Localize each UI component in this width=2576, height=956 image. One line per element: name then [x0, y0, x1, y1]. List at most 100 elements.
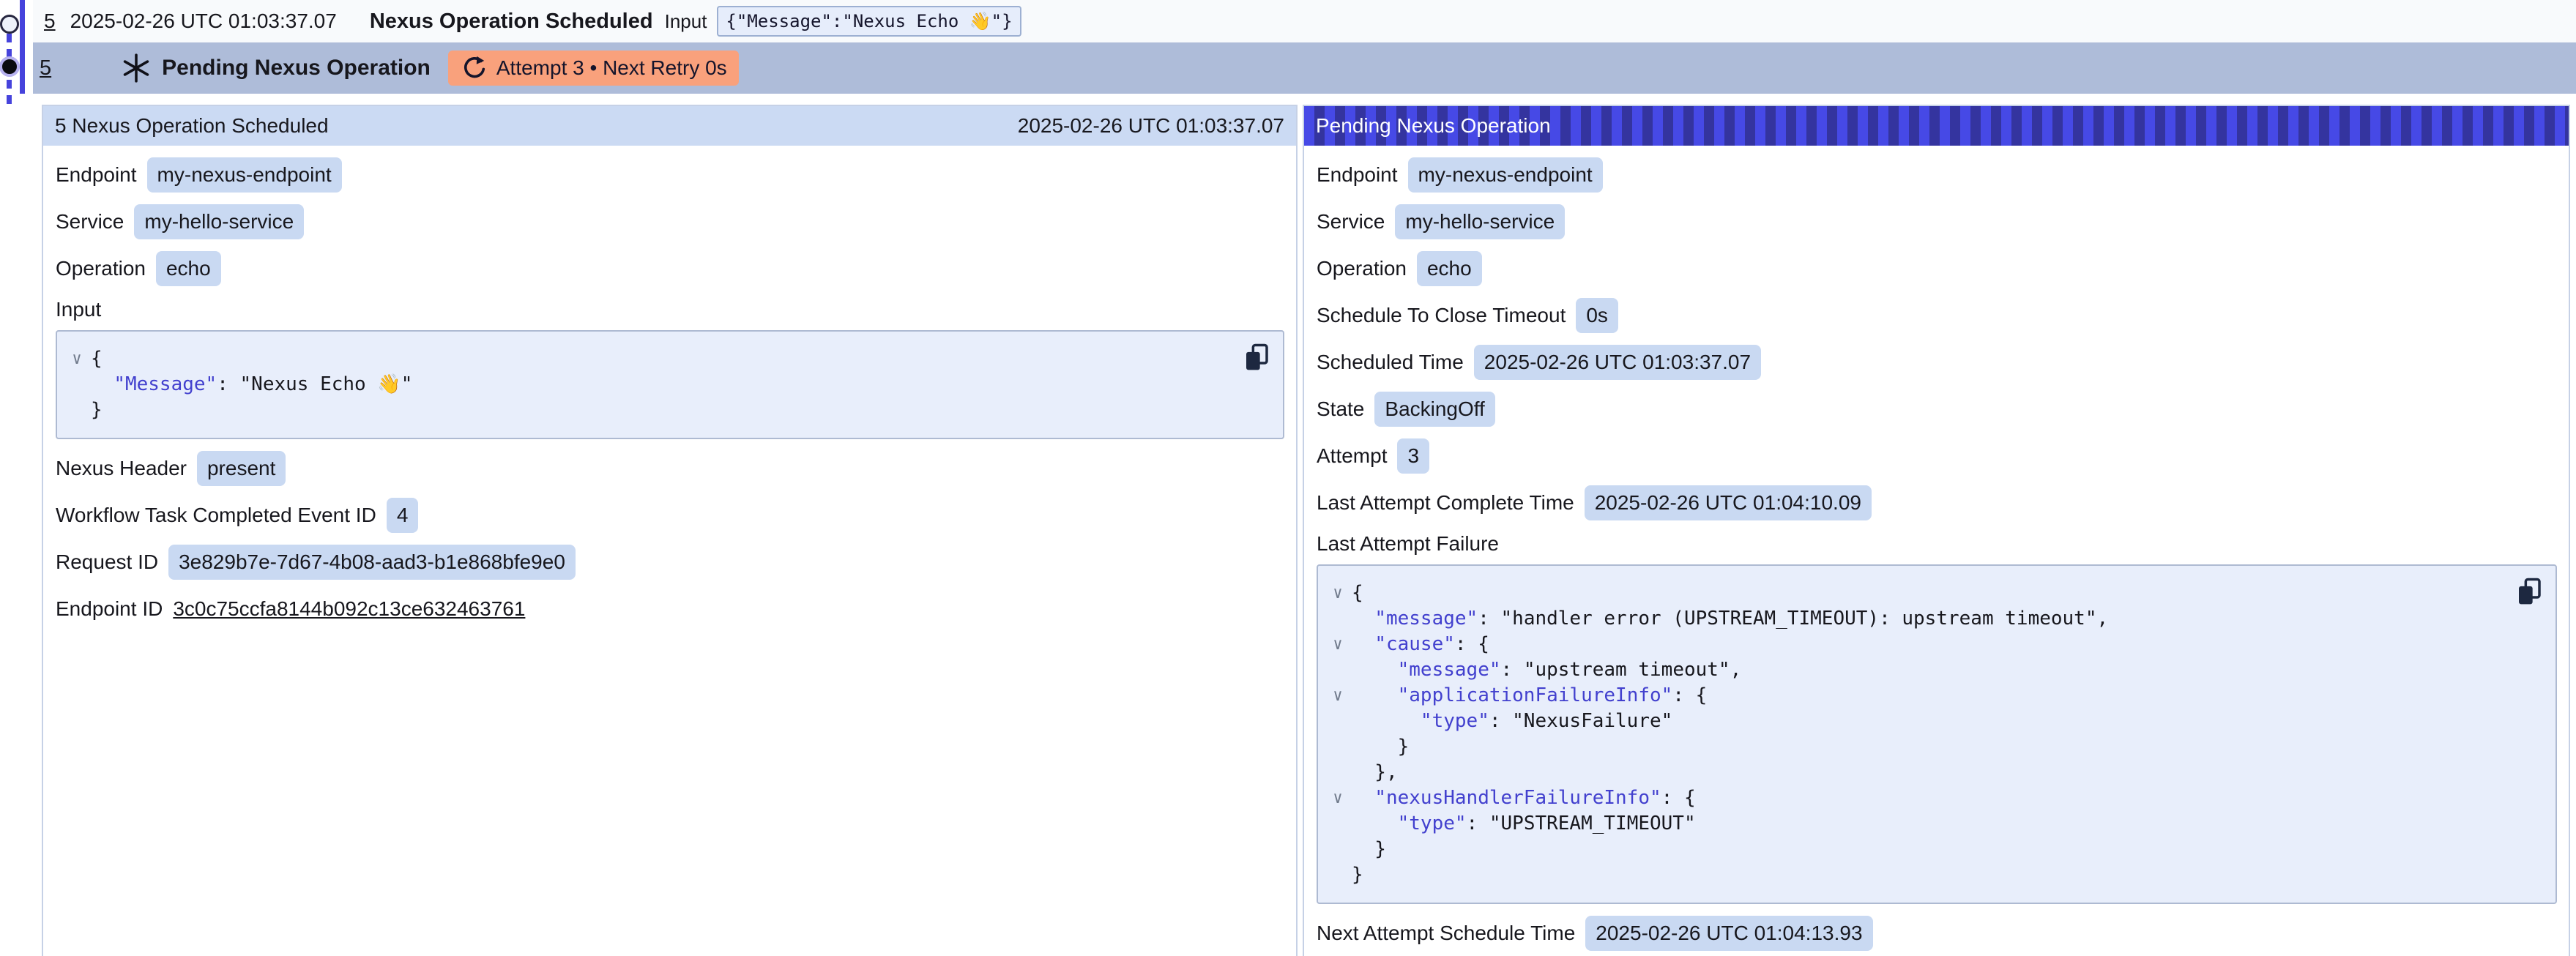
json-line: }: [1324, 837, 2512, 862]
json-text: {: [1352, 580, 1363, 606]
json-gutter: [1324, 811, 1352, 837]
json-line: "Message": "Nexus Echo 👋": [63, 372, 1239, 397]
field-label: Next Attempt Schedule Time: [1317, 922, 1575, 945]
field-row-endpoint: Endpoint my-nexus-endpoint: [56, 157, 1284, 193]
field-label: Service: [1317, 210, 1385, 234]
endpoint-id-link[interactable]: 3c0c75ccfa8144b092c13ce632463761: [173, 597, 525, 621]
json-text: }: [91, 397, 103, 423]
event-detail-header: 5 Nexus Operation Scheduled 2025-02-26 U…: [43, 106, 1296, 146]
collapse-chevron-icon[interactable]: ∨: [63, 346, 91, 372]
retry-badge-text: Attempt 3 • Next Retry 0s: [496, 56, 727, 80]
field-row-operation: Operation echo: [1317, 251, 2557, 286]
json-line: },: [1324, 760, 2512, 785]
collapse-chevron-icon[interactable]: ∨: [1324, 785, 1352, 811]
field-row-scheduled-time: Scheduled Time 2025-02-26 UTC 01:03:37.0…: [1317, 345, 2557, 380]
field-row-attempt: Attempt 3: [1317, 438, 2557, 474]
json-gutter: [63, 372, 91, 397]
json-text: "message": "handler error (UPSTREAM_TIME…: [1352, 606, 2108, 632]
timeline-scheduled-node-icon: [0, 15, 19, 34]
json-line: "type": "NexusFailure": [1324, 709, 2512, 734]
field-value-badge: my-nexus-endpoint: [1408, 157, 1603, 193]
pending-operation-row[interactable]: 5 Pending Nexus Operation Attempt 3 • Ne…: [33, 42, 2576, 94]
copy-button[interactable]: [1240, 340, 1273, 376]
field-value-badge: 3e829b7e-7d67-4b08-aad3-b1e868bfe9e0: [168, 545, 576, 580]
json-line: ∨ "cause": {: [1324, 632, 2512, 657]
copy-icon: [1243, 343, 1270, 373]
json-content: ∨{ "Message": "Nexus Echo 👋"}: [63, 346, 1239, 423]
collapse-chevron-icon[interactable]: ∨: [1324, 632, 1352, 657]
field-value-badge: 2025-02-26 UTC 01:04:13.93: [1585, 916, 1872, 951]
field-value-badge: my-hello-service: [134, 204, 304, 239]
retry-icon: [460, 54, 488, 82]
event-id-link[interactable]: 5: [44, 10, 56, 33]
field-row-operation: Operation echo: [56, 251, 1284, 286]
field-label: Service: [56, 210, 124, 234]
field-label: State: [1317, 397, 1364, 421]
field-label: Attempt: [1317, 444, 1387, 468]
field-label: Operation: [56, 257, 146, 280]
json-line: ∨ "applicationFailureInfo": {: [1324, 683, 2512, 709]
event-input-label: Input: [665, 10, 707, 33]
pending-panel-header: Pending Nexus Operation: [1304, 106, 2569, 146]
json-text: "Message": "Nexus Echo 👋": [91, 372, 412, 397]
json-text: "type": "UPSTREAM_TIMEOUT": [1352, 811, 1696, 837]
json-text: },: [1352, 760, 1398, 785]
field-label: Nexus Header: [56, 457, 187, 480]
retry-badge: Attempt 3 • Next Retry 0s: [448, 51, 739, 86]
json-gutter: [1324, 760, 1352, 785]
field-label: Last Attempt Complete Time: [1317, 491, 1574, 515]
json-line: "message": "handler error (UPSTREAM_TIME…: [1324, 606, 2512, 632]
json-text: "type": "NexusFailure": [1352, 709, 1672, 734]
field-row-wft-completed-event-id: Workflow Task Completed Event ID 4: [56, 498, 1284, 533]
field-row-schedule-to-close-timeout: Schedule To Close Timeout 0s: [1317, 298, 2557, 333]
field-value-badge: 2025-02-26 UTC 01:03:37.07: [1474, 345, 1761, 380]
event-time: 2025-02-26 UTC 01:03:37.07: [70, 10, 337, 33]
json-line: }: [1324, 862, 2512, 888]
collapse-chevron-icon[interactable]: ∨: [1324, 683, 1352, 709]
event-row-scheduled[interactable]: 5 2025-02-26 UTC 01:03:37.07 Nexus Opera…: [33, 0, 2576, 42]
json-line: "type": "UPSTREAM_TIMEOUT": [1324, 811, 2512, 837]
field-value-badge: 3: [1397, 438, 1429, 474]
json-text: }: [1352, 734, 1409, 760]
field-value-badge: 2025-02-26 UTC 01:04:10.09: [1585, 485, 1872, 520]
json-text: "message": "upstream timeout",: [1352, 657, 1741, 683]
field-label: Workflow Task Completed Event ID: [56, 504, 376, 527]
field-row-nexus-header: Nexus Header present: [56, 451, 1284, 486]
input-section-label: Input: [56, 298, 1284, 321]
field-value-badge: 4: [387, 498, 419, 533]
pending-title: Pending Nexus Operation: [162, 56, 431, 81]
field-label: Operation: [1317, 257, 1407, 280]
json-line: }: [1324, 734, 2512, 760]
json-gutter: [1324, 837, 1352, 862]
pending-panel-title: Pending Nexus Operation: [1316, 114, 1551, 138]
event-detail-time: 2025-02-26 UTC 01:03:37.07: [1018, 114, 1284, 138]
field-value-badge: present: [197, 451, 286, 486]
copy-button[interactable]: [2513, 575, 2545, 610]
field-value-badge: my-nexus-endpoint: [147, 157, 342, 193]
field-value-badge: 0s: [1576, 298, 1618, 333]
field-label: Request ID: [56, 550, 158, 574]
field-row-state: State BackingOff: [1317, 392, 2557, 427]
timeline-active-bar: [20, 0, 25, 94]
field-value-badge: my-hello-service: [1395, 204, 1565, 239]
input-json-viewer: ∨{ "Message": "Nexus Echo 👋"}: [56, 330, 1284, 439]
copy-icon: [2515, 577, 2543, 608]
pending-operation-panel: Pending Nexus Operation Endpoint my-nexu…: [1303, 105, 2570, 956]
field-row-service: Service my-hello-service: [1317, 204, 2557, 239]
json-gutter: [63, 397, 91, 423]
json-gutter: [1324, 862, 1352, 888]
event-detail-panel: 5 Nexus Operation Scheduled 2025-02-26 U…: [42, 105, 1298, 956]
pending-id-link[interactable]: 5: [40, 56, 51, 81]
field-row-service: Service my-hello-service: [56, 204, 1284, 239]
json-text: "cause": {: [1352, 632, 1489, 657]
event-title: Nexus Operation Scheduled: [370, 10, 653, 34]
field-label: Schedule To Close Timeout: [1317, 304, 1566, 327]
field-label: Endpoint: [56, 163, 137, 187]
event-detail-title: 5 Nexus Operation Scheduled: [55, 114, 329, 138]
failure-json-viewer: ∨{ "message": "handler error (UPSTREAM_T…: [1317, 564, 2557, 904]
field-value-badge: echo: [1417, 251, 1482, 286]
field-label: Endpoint ID: [56, 597, 163, 621]
field-row-request-id: Request ID 3e829b7e-7d67-4b08-aad3-b1e86…: [56, 545, 1284, 580]
collapse-chevron-icon[interactable]: ∨: [1324, 580, 1352, 606]
field-row-last-attempt-complete-time: Last Attempt Complete Time 2025-02-26 UT…: [1317, 485, 2557, 520]
